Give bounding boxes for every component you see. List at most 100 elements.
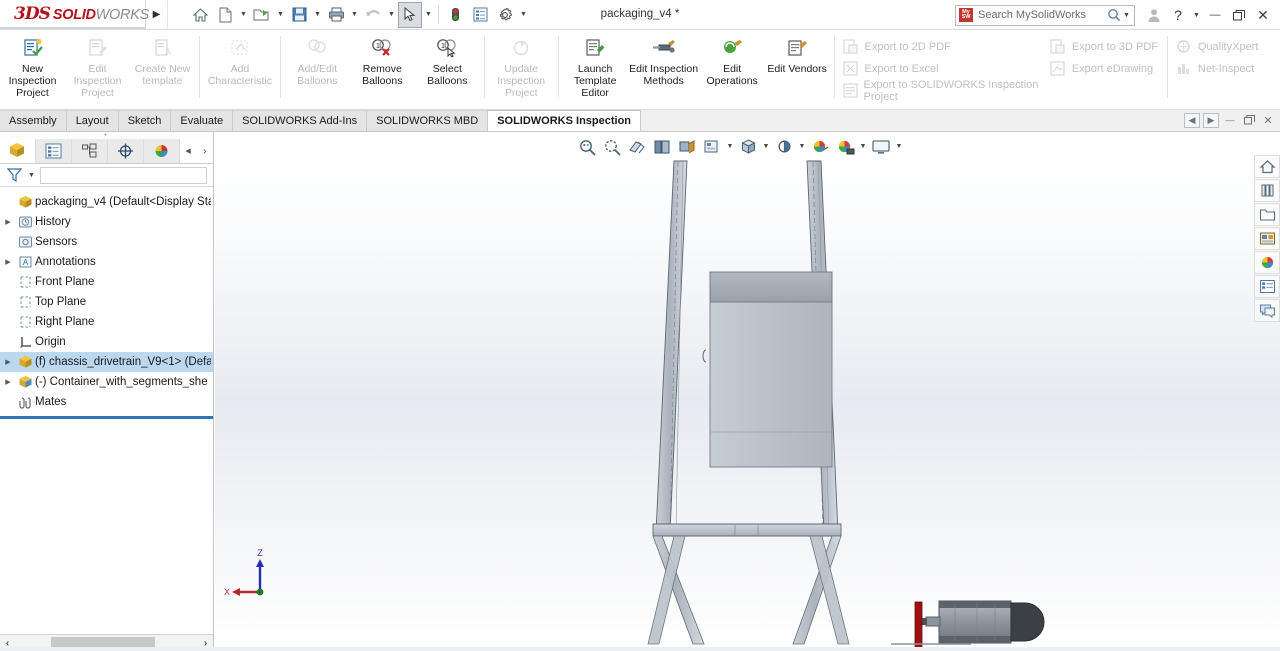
select-caret-icon[interactable]: ▼: [423, 11, 434, 18]
options-gear-icon[interactable]: [493, 2, 517, 28]
tree-node-sensors[interactable]: Sensors: [0, 232, 213, 252]
ribbon-divider: [279, 36, 281, 98]
minimize-button[interactable]: —: [1204, 3, 1226, 27]
solidworks-logo[interactable]: 3DS SOLID WORKS: [0, 0, 149, 29]
ribbon-group-balloons: Add/Edit Balloons 1 Remove Balloons 1 Se…: [285, 30, 480, 110]
dimxpert-manager-tab[interactable]: [107, 139, 144, 163]
svg-text:1: 1: [441, 43, 445, 50]
tree-node-top-plane[interactable]: Top Plane: [0, 292, 213, 312]
account-icon[interactable]: [1143, 3, 1165, 27]
tree-node-origin[interactable]: Origin: [0, 332, 213, 352]
tree-expander[interactable]: ▶: [0, 378, 16, 386]
edit-inspection-project-icon: [87, 36, 109, 60]
tab-solidworks-mbd[interactable]: SOLIDWORKS MBD: [367, 110, 489, 131]
configuration-manager-tab[interactable]: [71, 139, 108, 163]
new-document-icon[interactable]: [213, 2, 237, 28]
open-document-caret-icon[interactable]: ▼: [275, 11, 286, 18]
tree-expander[interactable]: ▶: [0, 258, 16, 266]
packaging-assembly-3d-model[interactable]: [215, 132, 1280, 651]
save-icon[interactable]: [287, 2, 311, 28]
doc-prev-button[interactable]: ◀: [1184, 112, 1200, 128]
solidworks-forum-icon[interactable]: [1254, 299, 1280, 322]
tree-expander[interactable]: ▶: [0, 358, 16, 366]
home-icon[interactable]: [188, 2, 212, 28]
help-icon[interactable]: ?: [1167, 3, 1189, 27]
svg-text:A: A: [23, 258, 29, 267]
feature-filter-input[interactable]: [40, 166, 207, 184]
help-caret-icon[interactable]: ▼: [1191, 12, 1202, 19]
options-caret-icon[interactable]: ▼: [518, 11, 529, 18]
print-caret-icon[interactable]: ▼: [349, 11, 360, 18]
tab-sketch[interactable]: Sketch: [118, 110, 172, 131]
tab-solidworks-inspection[interactable]: SOLIDWORKS Inspection: [488, 110, 642, 131]
tab-evaluate[interactable]: Evaluate: [171, 110, 234, 131]
tab-assembly[interactable]: Assembly: [0, 110, 67, 131]
tree-expander[interactable]: ▶: [0, 218, 16, 226]
rebuild-status-icon[interactable]: [443, 2, 467, 28]
open-document-icon[interactable]: [250, 2, 274, 28]
edit-inspection-methods-button[interactable]: Edit Inspection Methods: [628, 30, 700, 106]
new-inspection-project-button[interactable]: New Inspection Project: [0, 30, 65, 106]
print-icon[interactable]: [324, 2, 348, 28]
mysolidworks-badge-icon: My SW: [958, 7, 974, 23]
doc-minimize-button[interactable]: —: [1222, 113, 1238, 128]
design-library-icon[interactable]: [1254, 179, 1280, 202]
tab-solidworks-add-ins[interactable]: SOLIDWORKS Add-Ins: [233, 110, 368, 131]
edit-operations-button[interactable]: Edit Operations: [700, 30, 765, 106]
filter-icon[interactable]: [7, 167, 23, 183]
tree-node-label: Front Plane: [35, 276, 95, 288]
tree-node-chassis-drivetrain[interactable]: ▶ (f) chassis_drivetrain_V9<1> (Defa: [0, 352, 213, 372]
tree-node-front-plane[interactable]: Front Plane: [0, 272, 213, 292]
close-button[interactable]: ✕: [1252, 3, 1274, 27]
filter-caret-icon[interactable]: ▼: [26, 172, 37, 179]
panel-tabs-caret-icon[interactable]: ◀: [179, 139, 197, 163]
tree-node-right-plane[interactable]: Right Plane: [0, 312, 213, 332]
search-caret-icon[interactable]: ▼: [1121, 12, 1132, 19]
tree-rollback-bar[interactable]: [0, 416, 213, 419]
doc-close-button[interactable]: ✕: [1260, 113, 1276, 128]
doc-next-button[interactable]: ▶: [1203, 112, 1219, 128]
new-document-caret-icon[interactable]: ▼: [238, 11, 249, 18]
file-properties-icon[interactable]: [468, 2, 492, 28]
remove-balloons-button[interactable]: 1 Remove Balloons: [350, 30, 415, 106]
select-cursor-icon[interactable]: [398, 1, 422, 28]
tree-node-history[interactable]: ▶ History: [0, 212, 213, 232]
custom-properties-icon[interactable]: [1254, 275, 1280, 298]
file-explorer-icon[interactable]: [1254, 203, 1280, 226]
restore-button[interactable]: [1228, 3, 1250, 27]
panel-tabs-expand-icon[interactable]: ›: [196, 139, 213, 163]
tree-node-annotations[interactable]: ▶ A Annotations: [0, 252, 213, 272]
add-characteristic-icon: [229, 36, 251, 60]
view-palette-home-icon[interactable]: [1254, 155, 1280, 178]
tree-node-container-with-segments[interactable]: ▶ (-) Container_with_segments_she: [0, 372, 213, 392]
search-input[interactable]: My SW Search MySolidWorks ▼: [955, 4, 1135, 26]
feature-manager-tab[interactable]: [0, 139, 36, 163]
select-balloons-icon: 1: [435, 36, 459, 60]
launch-template-editor-button[interactable]: Launch Template Editor: [563, 30, 628, 106]
property-manager-tab[interactable]: [35, 139, 72, 163]
qualityxpert-label: QualityXpert: [1197, 40, 1259, 53]
save-caret-icon[interactable]: ▼: [312, 11, 323, 18]
ribbon-divider: [483, 36, 485, 98]
panel-grip[interactable]: •: [0, 132, 213, 139]
menu-expand-arrow-icon[interactable]: ▶: [146, 0, 168, 29]
tree-node-root[interactable]: packaging_v4 (Default<Display State-: [0, 192, 213, 212]
create-new-template-label: Create New template: [134, 63, 191, 87]
doc-restore-button[interactable]: [1241, 113, 1257, 128]
edit-vendors-button[interactable]: Edit Vendors: [765, 30, 830, 106]
undo-caret-icon[interactable]: ▼: [386, 11, 397, 18]
add-characteristic-button: Add Characteristic: [204, 30, 276, 106]
ribbon-divider: [1166, 36, 1168, 98]
update-inspection-project-button: Update Inspection Project: [489, 30, 554, 106]
sensors-icon: [16, 235, 35, 249]
display-manager-tab[interactable]: [143, 139, 180, 163]
tree-node-mates[interactable]: Mates: [0, 392, 213, 412]
title-bar: 3DS SOLID WORKS ▶ ▼ ▼ ▼ ▼ ▼ ▼ ▼ packagin…: [0, 0, 1280, 30]
tab-layout[interactable]: Layout: [66, 110, 119, 131]
undo-icon[interactable]: [361, 2, 385, 28]
select-balloons-button[interactable]: 1 Select Balloons: [415, 30, 480, 106]
appearances-scenes-icon[interactable]: [1254, 251, 1280, 274]
view-palette-icon[interactable]: [1254, 227, 1280, 250]
toolbar-divider: [438, 5, 439, 24]
graphics-viewport[interactable]: ▼ ▼ ▼ ▼ ▼ Z X: [215, 132, 1280, 651]
